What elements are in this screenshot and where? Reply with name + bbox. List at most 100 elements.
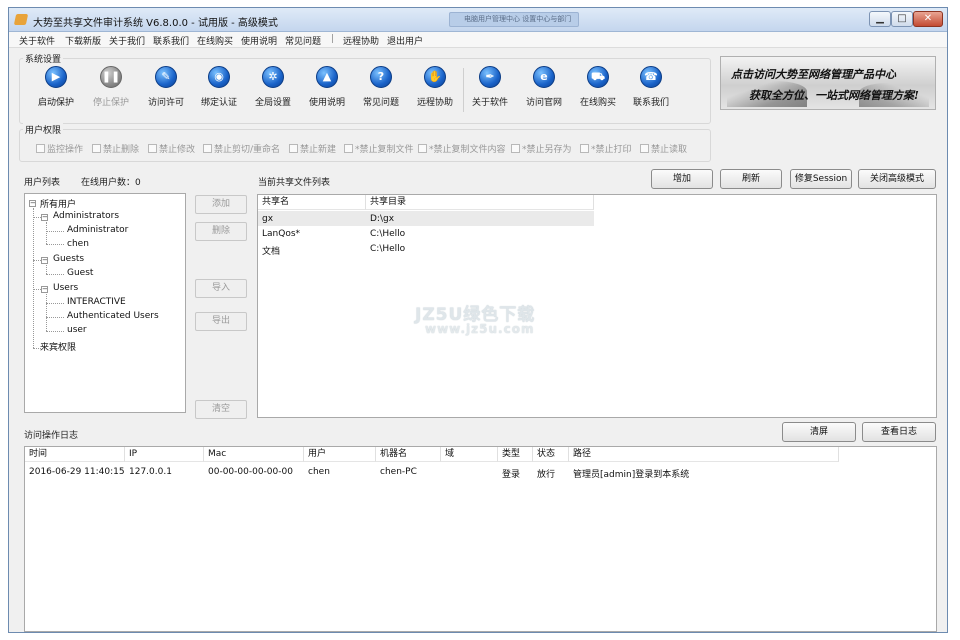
minimize-button[interactable]: ▁ — [869, 11, 891, 27]
log-type-cell[interactable]: 登录 — [502, 467, 520, 480]
share-dir-cell[interactable]: C:\Hello — [370, 229, 405, 239]
share-name-cell[interactable]: 文档 — [262, 244, 280, 257]
menu-bar: 关于软件 下载新版 关于我们 联系我们 在线购买 使用说明 常见问题 | 远程协… — [9, 32, 947, 48]
collapse-icon[interactable]: − — [29, 200, 36, 207]
tree-node-all-users[interactable]: 所有用户 — [40, 197, 76, 210]
menu-remote-assist[interactable]: 远程协助 — [343, 34, 379, 47]
log-status-cell[interactable]: 放行 — [537, 467, 555, 480]
collapse-icon[interactable]: − — [41, 257, 48, 264]
online-users-text: 在线用户数： — [81, 178, 136, 188]
log-user-cell[interactable]: chen — [308, 467, 330, 477]
menu-faq[interactable]: 常见问题 — [285, 34, 321, 47]
online-users-count: 0 — [135, 178, 141, 188]
tree-node-administrator[interactable]: Administrator — [67, 225, 128, 235]
contact-us-button[interactable]: ☎ 联系我们 — [623, 66, 679, 110]
checkbox-box — [580, 144, 589, 153]
menu-about-us[interactable]: 关于我们 — [109, 34, 145, 47]
tree-line — [46, 274, 64, 275]
column-header-share-name[interactable]: 共享名 — [258, 195, 366, 210]
perm-no-copy-file-checkbox: *禁止复制文件 — [344, 142, 414, 155]
close-advanced-mode-button[interactable]: 关闭高级模式 — [858, 169, 936, 189]
checkbox-box — [640, 144, 649, 153]
tree-line — [46, 222, 47, 244]
checkbox-box — [344, 144, 353, 153]
column-header-type[interactable]: 类型 — [498, 447, 533, 462]
share-dir-cell[interactable]: C:\Hello — [370, 244, 405, 254]
checkbox-box — [92, 144, 101, 153]
share-list-table[interactable]: 共享名 共享目录 gx D:\gx LanQos* C:\Hello 文档 C:… — [257, 194, 937, 418]
menu-contact-us[interactable]: 联系我们 — [153, 34, 189, 47]
tree-line — [46, 294, 47, 331]
menu-separator: | — [331, 34, 335, 44]
collapse-icon[interactable]: − — [41, 214, 48, 221]
tree-node-administrators[interactable]: Administrators — [53, 211, 119, 221]
tree-line — [46, 317, 64, 318]
column-header-time[interactable]: 时间 — [25, 447, 125, 462]
column-header-share-dir[interactable]: 共享目录 — [366, 195, 594, 210]
checkbox-label: *禁止复制文件内容 — [429, 145, 506, 155]
user-tree[interactable]: − 所有用户 − Administrators Administrator ch… — [24, 193, 186, 413]
remote-assist-button[interactable]: ✋ 远程协助 — [407, 66, 463, 110]
graduation-cap-icon: ▲ — [316, 66, 338, 88]
collapse-icon[interactable]: − — [41, 286, 48, 293]
watermark-line-2: www.jz5u.com — [425, 322, 535, 336]
menu-instructions[interactable]: 使用说明 — [241, 34, 277, 47]
tree-node-guest[interactable]: Guest — [67, 268, 93, 278]
checkbox-box — [418, 144, 427, 153]
tree-node-users[interactable]: Users — [53, 283, 78, 293]
checkbox-label: *禁止打印 — [591, 145, 632, 155]
column-header-ip[interactable]: IP — [125, 447, 204, 462]
tree-node-chen[interactable]: chen — [67, 239, 89, 249]
system-settings-label: 系统设置 — [23, 52, 64, 65]
close-button[interactable]: ✕ — [913, 11, 943, 27]
log-time-cell[interactable]: 2016-06-29 11:40:15 — [29, 467, 125, 477]
tree-node-interactive[interactable]: INTERACTIVE — [67, 297, 126, 307]
column-header-machine[interactable]: 机器名 — [376, 447, 441, 462]
share-dir-cell[interactable]: D:\gx — [370, 214, 394, 224]
tree-node-authenticated-users[interactable]: Authenticated Users — [67, 311, 159, 321]
column-header-status[interactable]: 状态 — [533, 447, 569, 462]
banner-line-1: 点击访问大势至网络管理产品中心 — [731, 68, 896, 81]
add-share-button[interactable]: 增加 — [651, 169, 713, 189]
menu-logout[interactable]: 退出用户 — [387, 34, 423, 47]
menu-download-new[interactable]: 下载新版 — [65, 34, 101, 47]
log-path-cell[interactable]: 管理员[admin]登录到本系统 — [573, 467, 689, 480]
column-header-path[interactable]: 路径 — [569, 447, 839, 462]
share-name-cell[interactable]: LanQos* — [262, 229, 300, 239]
tree-line — [33, 217, 41, 218]
tree-node-guests[interactable]: Guests — [53, 254, 84, 264]
log-ip-cell[interactable]: 127.0.0.1 — [129, 467, 172, 477]
start-protection-button[interactable]: ▶ 启动保护 — [28, 66, 84, 110]
refresh-button[interactable]: 刷新 — [720, 169, 782, 189]
checkbox-box — [203, 144, 212, 153]
title-bar[interactable]: 大势至共享文件审计系统 V6.8.0.0 - 试用版 - 高级模式 电脑用户管理… — [9, 8, 947, 32]
tree-line — [33, 260, 41, 261]
product-center-banner[interactable]: 点击访问大势至网络管理产品中心 获取全方位、一站式网络管理方案! — [720, 56, 936, 110]
column-header-mac[interactable]: Mac — [204, 447, 304, 462]
tree-line — [33, 208, 34, 348]
pen-icon: ✒ — [479, 66, 501, 88]
perm-monitor-checkbox: 监控操作 — [36, 142, 83, 155]
access-log-label: 访问操作日志 — [24, 431, 79, 441]
handshake-icon: ✋ — [424, 66, 446, 88]
clear-screen-button[interactable]: 清屏 — [782, 422, 856, 442]
access-log-table[interactable]: 时间 IP Mac 用户 机器名 域 类型 状态 路径 2016-06-29 1… — [24, 446, 937, 632]
tree-node-user[interactable]: user — [67, 325, 87, 335]
repair-session-button[interactable]: 修复Session — [790, 169, 852, 189]
add-user-button: 添加 — [195, 195, 247, 214]
stop-protection-button: ❚❚ 停止保护 — [83, 66, 139, 110]
checkbox-label: *禁止复制文件 — [355, 145, 414, 155]
perm-no-delete-checkbox: 禁止删除 — [92, 142, 139, 155]
tree-node-guest-permissions[interactable]: 来宾权限 — [40, 340, 76, 353]
log-machine-cell[interactable]: chen-PC — [380, 467, 417, 477]
help-icon: ? — [370, 66, 392, 88]
share-name-cell[interactable]: gx — [262, 214, 273, 224]
column-header-user[interactable]: 用户 — [304, 447, 376, 462]
column-header-domain[interactable]: 域 — [441, 447, 498, 462]
menu-about-software[interactable]: 关于软件 — [19, 34, 55, 47]
log-mac-cell[interactable]: 00-00-00-00-00-00 — [208, 467, 293, 477]
app-logo-icon — [13, 14, 29, 25]
view-log-button[interactable]: 查看日志 — [862, 422, 936, 442]
maximize-button[interactable]: □ — [891, 11, 913, 27]
menu-buy-online[interactable]: 在线购买 — [197, 34, 233, 47]
